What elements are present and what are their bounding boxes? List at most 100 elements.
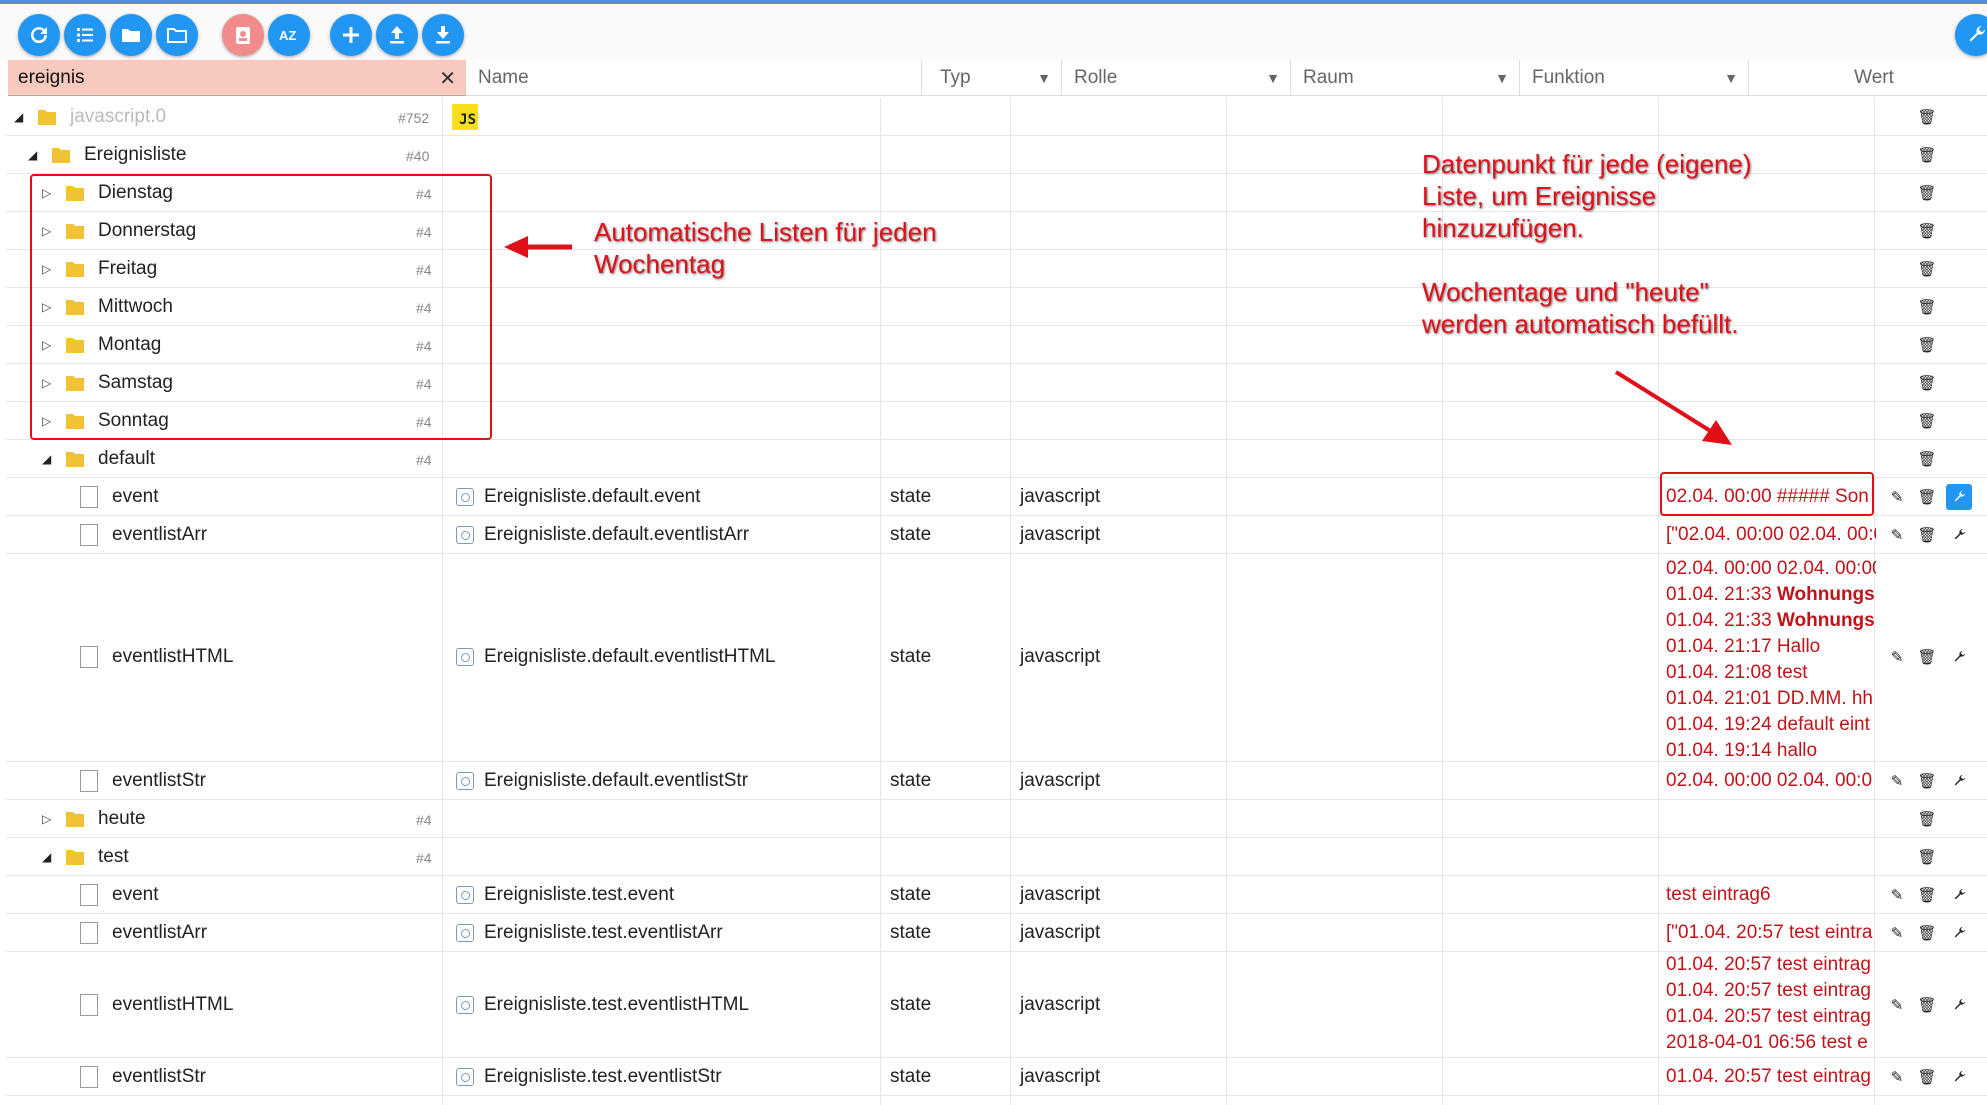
collapse-icon[interactable]: ◢ [42, 850, 51, 864]
upload-button[interactable] [376, 14, 418, 56]
header-rolle[interactable]: Rolle ▼ [1062, 60, 1291, 96]
delete-icon[interactable]: 🗑 [1914, 408, 1940, 434]
delete-icon[interactable]: 🗑 [1914, 920, 1940, 946]
funktion-dropdown-icon[interactable]: ▼ [1724, 70, 1738, 86]
state-value[interactable]: 01.04. 20:57 test eintrag 01.04. 20:57 t… [1666, 952, 1876, 1056]
edit-icon[interactable]: ✎ [1884, 484, 1910, 510]
delete-icon[interactable]: 🗑 [1914, 484, 1940, 510]
state-value[interactable]: ["01.04. 20:57 test eintra [1666, 922, 1876, 944]
search-field[interactable]: ereignis ✕ [8, 60, 466, 96]
wrench-icon[interactable] [1946, 882, 1972, 908]
folder-open-button[interactable] [156, 14, 198, 56]
delete-icon[interactable]: 🗑 [1914, 1064, 1940, 1090]
delete-icon[interactable]: 🗑 [1914, 446, 1940, 472]
delete-icon[interactable]: 🗑 [1914, 806, 1940, 832]
delete-icon[interactable]: 🗑 [1914, 142, 1940, 168]
badge-icon [236, 27, 250, 44]
root-count: #752 [398, 110, 430, 126]
download-icon [436, 26, 450, 44]
folder-icon [66, 452, 84, 467]
delete-icon[interactable]: 🗑 [1914, 370, 1940, 396]
file-icon [80, 770, 98, 792]
edit-icon[interactable]: ✎ [1884, 920, 1910, 946]
edit-icon[interactable]: ✎ [1884, 644, 1910, 670]
state-typ: state [890, 994, 932, 1015]
header-wert[interactable]: Wert [1749, 60, 1987, 96]
value-line: 2018-04-01 06:56 test e [1666, 1032, 1868, 1053]
typ-dropdown-icon[interactable]: ▼ [1037, 70, 1051, 86]
delete-icon[interactable]: 🗑 [1914, 844, 1940, 870]
edit-icon[interactable]: ✎ [1884, 882, 1910, 908]
add-button[interactable] [330, 14, 372, 56]
state-row[interactable]: event Ereignisliste.test.event state jav… [6, 876, 1987, 914]
tree-row-test[interactable]: ◢ test #4 🗑 [6, 838, 1987, 876]
delete-icon[interactable]: 🗑 [1914, 104, 1940, 130]
root-label: javascript.0 [70, 106, 167, 127]
collapse-icon[interactable]: ◢ [42, 452, 51, 466]
header-raum[interactable]: Raum ▼ [1291, 60, 1520, 96]
state-value[interactable]: 02.04. 00:00 02.04. 00:0 [1666, 770, 1876, 792]
edit-icon[interactable]: ✎ [1884, 992, 1910, 1018]
tree-row-heute[interactable]: ▷ heute #4 🗑 [6, 800, 1987, 838]
edit-icon[interactable]: ✎ [1884, 768, 1910, 794]
delete-icon[interactable]: 🗑 [1914, 256, 1940, 282]
rolle-dropdown-icon[interactable]: ▼ [1266, 70, 1280, 86]
delete-icon[interactable]: 🗑 [1914, 218, 1940, 244]
edit-icon[interactable]: ✎ [1884, 522, 1910, 548]
delete-icon[interactable]: 🗑 [1914, 768, 1940, 794]
delete-icon[interactable]: 🗑 [1914, 180, 1940, 206]
wrench-icon[interactable] [1946, 920, 1972, 946]
state-value[interactable]: ["02.04. 00:00 02.04. 00:0 [1666, 524, 1876, 546]
tree-row-root[interactable]: ◢ javascript.0 #752 JS 🗑 [6, 98, 1987, 136]
delete-icon[interactable]: 🗑 [1914, 882, 1940, 908]
list-view-button[interactable] [64, 14, 106, 56]
value-line: 01.04. 20:57 test eintrag [1666, 1006, 1871, 1027]
toolbar: AZ [0, 4, 1987, 60]
delete-icon[interactable]: 🗑 [1914, 644, 1940, 670]
state-typ: state [890, 922, 932, 943]
header-typ[interactable]: Typ ▼ [922, 60, 1062, 96]
delete-icon[interactable]: 🗑 [1914, 522, 1940, 548]
value-line-text: 01.04. 21:33 [1666, 584, 1777, 605]
value-line-bold: Wohnungs [1776, 584, 1875, 605]
download-button[interactable] [422, 14, 464, 56]
role-filter-button[interactable] [222, 14, 264, 56]
wrench-icon[interactable] [1946, 484, 1972, 510]
wrench-icon[interactable] [1946, 1064, 1972, 1090]
wrench-icon[interactable] [1946, 644, 1972, 670]
delete-icon[interactable]: 🗑 [1914, 332, 1940, 358]
wrench-icon[interactable] [1946, 992, 1972, 1018]
value-line: 01.04. 21:17 Hallo [1666, 634, 1876, 660]
state-row[interactable]: eventlistHTML Ereignisliste.default.even… [6, 554, 1987, 762]
wrench-icon[interactable] [1946, 522, 1972, 548]
collapse-icon[interactable]: ◢ [28, 148, 37, 162]
state-row[interactable]: eventlistArr Ereignisliste.test.eventlis… [6, 914, 1987, 952]
state-value[interactable]: test eintrag6 [1666, 884, 1876, 906]
value-line: 01.04. 19:24 default eint [1666, 712, 1876, 738]
folder-closed-button[interactable] [110, 14, 152, 56]
value-line: 01.04. 21:33 Wohnungs [1666, 608, 1876, 634]
search-input-value[interactable]: ereignis [18, 67, 85, 89]
edit-icon[interactable]: ✎ [1884, 1064, 1910, 1090]
state-icon [456, 996, 474, 1014]
header-funktion[interactable]: Funktion ▼ [1520, 60, 1749, 96]
collapse-icon[interactable]: ◢ [14, 110, 23, 124]
state-row[interactable]: eventlistArr Ereignisliste.default.event… [6, 516, 1987, 554]
raum-dropdown-icon[interactable]: ▼ [1495, 70, 1509, 86]
clear-search-icon[interactable]: ✕ [439, 66, 456, 91]
folder-icon [66, 812, 84, 827]
refresh-button[interactable] [18, 14, 60, 56]
state-row[interactable]: eventlistStr Ereignisliste.test.eventlis… [6, 1058, 1987, 1096]
settings-button[interactable] [1955, 14, 1987, 56]
wrench-icon[interactable] [1946, 768, 1972, 794]
state-value[interactable]: 02.04. 00:00 02.04. 00:00 01.04. 21:33 W… [1666, 556, 1876, 764]
state-row[interactable]: eventlistHTML Ereignisliste.test.eventli… [6, 952, 1987, 1058]
state-value[interactable]: 01.04. 20:57 test eintrag [1666, 1066, 1876, 1088]
value-line-text: 01.04. 21:17 Hallo [1666, 636, 1821, 657]
delete-icon[interactable]: 🗑 [1914, 992, 1940, 1018]
header-name[interactable]: Name [466, 60, 922, 96]
expand-icon[interactable]: ▷ [42, 812, 51, 826]
delete-icon[interactable]: 🗑 [1914, 294, 1940, 320]
state-row[interactable]: eventlistStr Ereignisliste.default.event… [6, 762, 1987, 800]
sort-az-button[interactable]: AZ [268, 14, 310, 56]
